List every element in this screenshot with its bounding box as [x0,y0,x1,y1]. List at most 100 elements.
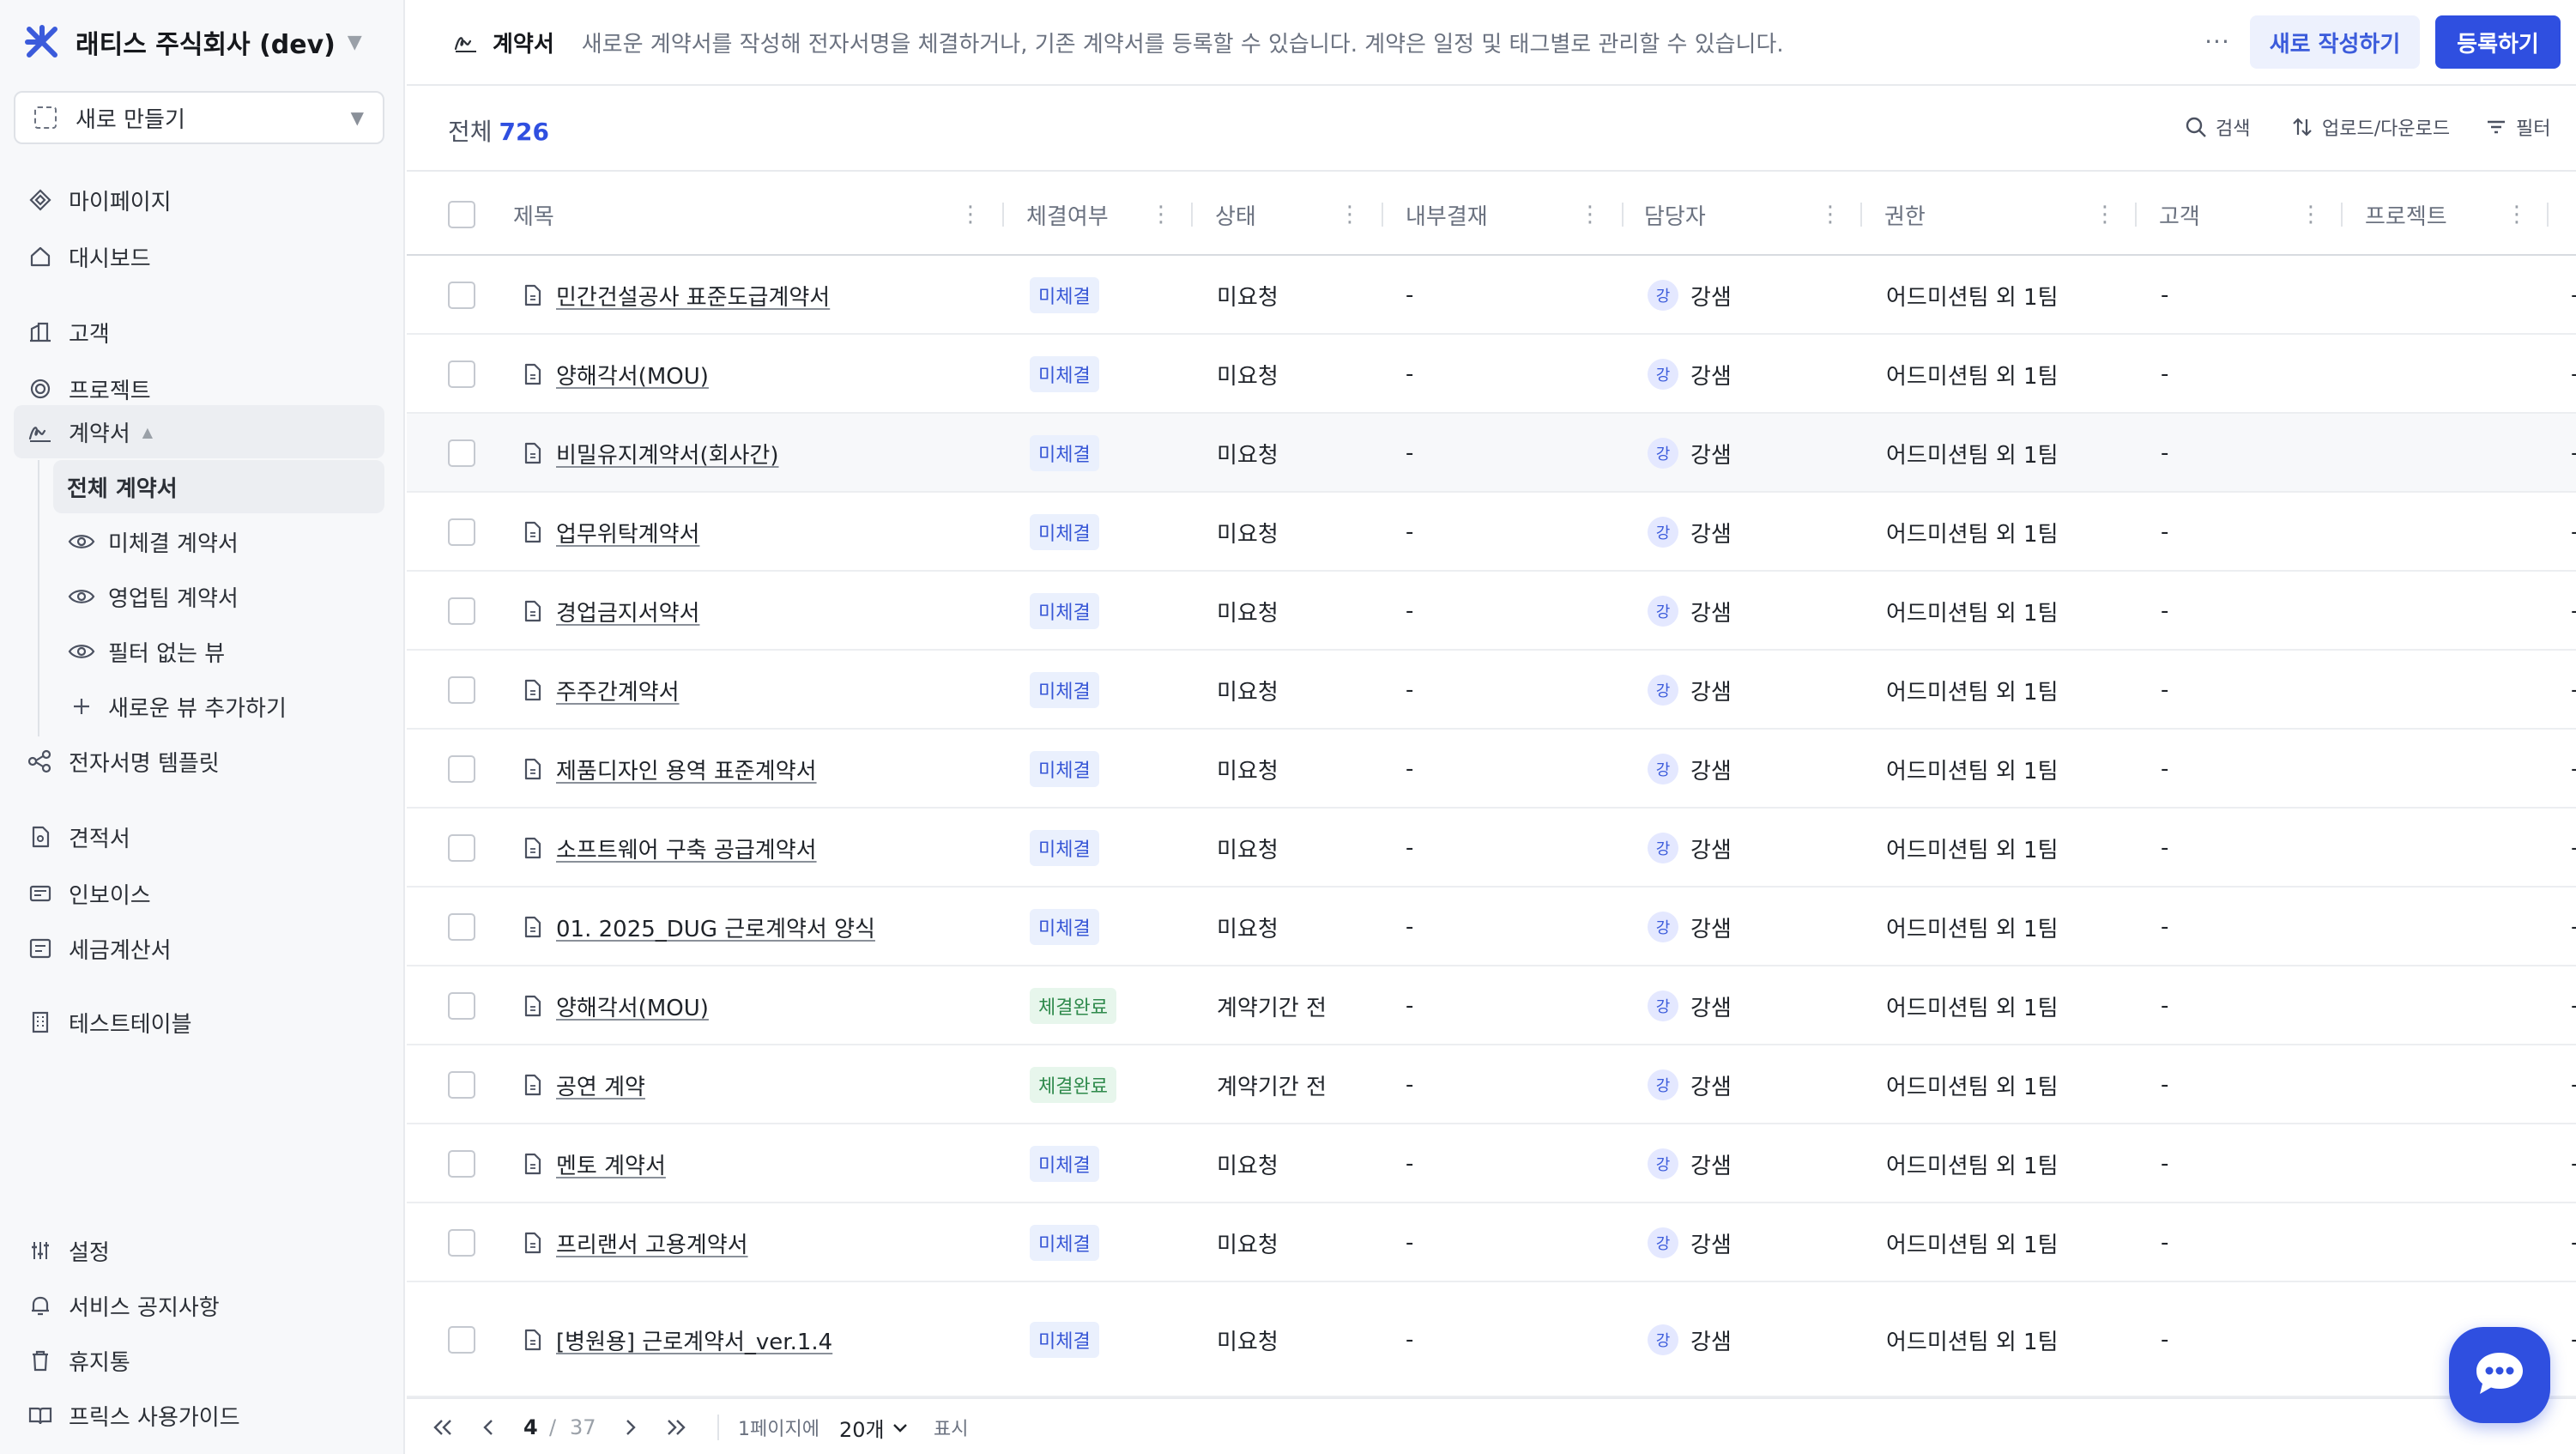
per-page-select[interactable]: 20개 [839,1413,909,1442]
contract-title[interactable]: 주주간계약서 [556,675,680,706]
sidebar-item-quotes[interactable]: 견적서 [14,810,384,863]
row-checkbox[interactable] [448,1229,475,1257]
contract-title-cell[interactable]: [병원용] 근로계약서_ver.1.4 [522,1282,832,1397]
sidebar-item-settings[interactable]: 설정 [14,1224,384,1277]
view-sales-team-contracts[interactable]: 영업팀 계약서 [53,570,384,623]
table-row[interactable]: 01. 2025_DUG 근로계약서 양식 미체결 미요청 - 강 강샘 어드미션팀 외 1… [407,888,2576,966]
contract-title-cell[interactable]: 소프트웨어 구축 공급계약서 [522,809,817,888]
sidebar-item-customers[interactable]: 고객 [14,306,384,359]
view-all-contracts[interactable]: 전체 계약서 [53,460,384,513]
sidebar-item-mypage[interactable]: 마이페이지 [14,173,384,227]
contract-title[interactable]: 제품디자인 용역 표준계약서 [556,754,817,785]
contract-title[interactable]: 01. 2025_DUG 근로계약서 양식 [556,912,875,943]
contract-title-cell[interactable]: 양해각서(MOU) [522,966,709,1045]
column-header-permission[interactable]: 권한 [1884,173,1926,256]
sidebar-item-esign-templates[interactable]: 전자서명 템플릿 [14,735,384,788]
table-row[interactable]: 멘토 계약서 미체결 미요청 - 강 강샘 어드미션팀 외 1팀 - - [407,1124,2576,1203]
row-checkbox[interactable] [448,755,475,783]
row-checkbox[interactable] [448,992,475,1020]
contract-title-cell[interactable]: 멘토 계약서 [522,1124,666,1203]
new-contract-button[interactable]: 새로 작성하기 [2250,15,2420,69]
contract-title[interactable]: 공연 계약 [556,1069,645,1101]
column-divider[interactable] [1622,203,1624,227]
column-divider[interactable] [2547,203,2549,227]
sidebar-item-dashboard[interactable]: 대시보드 [14,230,384,283]
table-row[interactable]: 업무위탁계약서 미체결 미요청 - 강 강샘 어드미션팀 외 1팀 - - [407,493,2576,572]
contract-title-cell[interactable]: 주주간계약서 [522,651,680,730]
column-divider[interactable] [1860,203,1862,227]
chat-support-button[interactable] [2449,1327,2550,1423]
column-header-customer[interactable]: 고객 [2159,173,2200,256]
column-menu-icon[interactable]: ⋮ [2506,173,2528,256]
column-menu-icon[interactable]: ⋮ [2094,173,2116,256]
contract-title[interactable]: 멘토 계약서 [556,1148,666,1180]
column-header-title[interactable]: 제목 [513,173,554,256]
select-all-checkbox[interactable] [448,201,475,228]
view-unsigned-contracts[interactable]: 미체결 계약서 [53,515,384,568]
row-checkbox[interactable] [448,439,475,467]
contract-title[interactable]: 경업금지서약서 [556,596,699,627]
contract-title-cell[interactable]: 프리랜서 고용계약서 [522,1203,748,1282]
contract-title-cell[interactable]: 공연 계약 [522,1045,645,1124]
current-page[interactable]: 4 [523,1413,538,1442]
sidebar-item-notices[interactable]: 서비스 공지사항 [14,1279,384,1332]
table-row[interactable]: 민간건설공사 표준도급계약서 미체결 미요청 - 강 강샘 어드미션팀 외 1팀 - - [407,256,2576,335]
column-divider[interactable] [2341,203,2343,227]
contract-title-cell[interactable]: 비밀유지계약서(회사간) [522,414,779,493]
column-menu-icon[interactable]: ⋮ [2300,173,2322,256]
contract-title[interactable]: 양해각서(MOU) [556,991,709,1022]
row-checkbox[interactable] [448,597,475,625]
column-divider[interactable] [1382,203,1383,227]
table-row[interactable]: 소프트웨어 구축 공급계약서 미체결 미요청 - 강 강샘 어드미션팀 외 1팀 - - [407,809,2576,888]
contract-title-cell[interactable]: 제품디자인 용역 표준계약서 [522,730,817,809]
contract-title[interactable]: [병원용] 근로계약서_ver.1.4 [556,1324,832,1356]
table-row[interactable]: 주주간계약서 미체결 미요청 - 강 강샘 어드미션팀 외 1팀 - - [407,651,2576,730]
row-checkbox[interactable] [448,1071,475,1099]
filter-button[interactable]: 필터 [2483,113,2550,141]
prev-page-icon[interactable] [474,1413,505,1442]
next-page-icon[interactable] [614,1413,645,1442]
column-divider[interactable] [1002,203,1004,227]
column-menu-icon[interactable]: ⋮ [1819,173,1841,256]
add-view-button[interactable]: 새로운 뷰 추가하기 [53,680,384,733]
sidebar-item-contracts[interactable]: 계약서 ▲ [14,405,384,458]
column-divider[interactable] [2135,203,2137,227]
search-button[interactable]: 검색 [2183,113,2250,141]
row-checkbox[interactable] [448,834,475,862]
column-header-approval[interactable]: 내부결재 [1406,173,1488,256]
column-header-signed[interactable]: 체결여부 [1026,173,1109,256]
column-header-project[interactable]: 프로젝트 [2365,173,2447,256]
contract-title[interactable]: 업무위탁계약서 [556,517,699,548]
table-row[interactable]: 제품디자인 용역 표준계약서 미체결 미요청 - 강 강샘 어드미션팀 외 1팀 - - [407,730,2576,809]
table-row[interactable]: 비밀유지계약서(회사간) 미체결 미요청 - 강 강샘 어드미션팀 외 1팀 - - [407,414,2576,493]
column-header-status[interactable]: 상태 [1215,173,1256,256]
column-header-owner[interactable]: 담당자 [1644,173,1706,256]
row-checkbox[interactable] [448,282,475,309]
column-menu-icon[interactable]: ⋮ [1339,173,1361,256]
row-checkbox[interactable] [448,1150,475,1178]
more-options-button[interactable]: ··· [2198,21,2236,62]
org-switcher[interactable]: 래티스 주식회사 (dev) ▼ [21,17,362,67]
register-contract-button[interactable]: 등록하기 [2435,15,2561,69]
row-checkbox[interactable] [448,676,475,704]
column-divider[interactable] [1191,203,1193,227]
new-create-dropdown[interactable]: 새로 만들기 ▼ [14,91,384,144]
contract-title-cell[interactable]: 01. 2025_DUG 근로계약서 양식 [522,888,875,966]
contract-title[interactable]: 소프트웨어 구축 공급계약서 [556,833,817,864]
sidebar-item-test-table[interactable]: 테스트테이블 [14,996,384,1049]
row-checkbox[interactable] [448,360,475,388]
view-no-filter[interactable]: 필터 없는 뷰 [53,625,384,678]
sidebar-item-invoices[interactable]: 인보이스 [14,867,384,920]
table-row[interactable]: 경업금지서약서 미체결 미요청 - 강 강샘 어드미션팀 외 1팀 - - [407,572,2576,651]
contract-title[interactable]: 민간건설공사 표준도급계약서 [556,280,830,312]
column-menu-icon[interactable]: ⋮ [1150,173,1172,256]
contract-title[interactable]: 프리랜서 고용계약서 [556,1227,748,1259]
contract-title-cell[interactable]: 경업금지서약서 [522,572,699,651]
table-row[interactable]: 양해각서(MOU) 미체결 미요청 - 강 강샘 어드미션팀 외 1팀 - - [407,335,2576,414]
sidebar-item-tax-invoices[interactable]: 세금계산서 [14,922,384,975]
first-page-icon[interactable] [427,1413,458,1442]
last-page-icon[interactable] [661,1413,692,1442]
contract-title-cell[interactable]: 양해각서(MOU) [522,335,709,414]
contract-title-cell[interactable]: 민간건설공사 표준도급계약서 [522,256,830,335]
contract-title[interactable]: 양해각서(MOU) [556,359,709,391]
